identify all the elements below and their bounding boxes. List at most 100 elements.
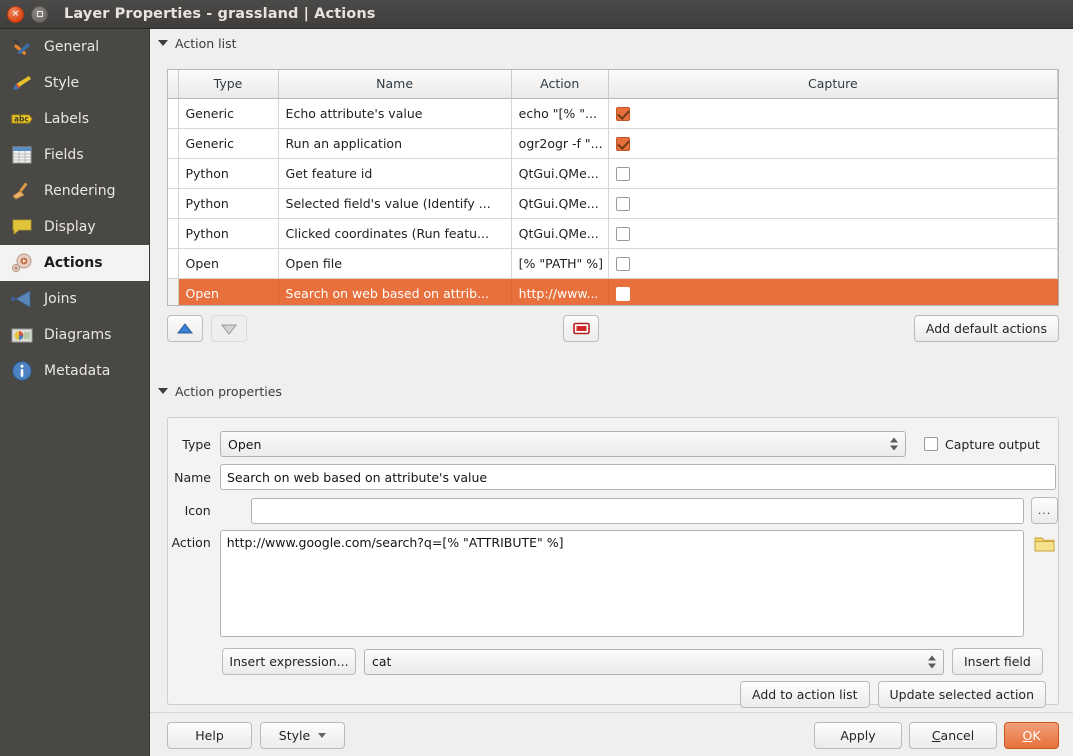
chevron-down-icon <box>318 733 326 738</box>
maximize-window-button[interactable] <box>31 6 48 23</box>
name-input-value: Search on web based on attribute's value <box>227 470 487 485</box>
field-select[interactable]: cat <box>364 649 944 675</box>
sidebar-item-labels[interactable]: abc Labels <box>0 101 149 137</box>
action-textarea-value: http://www.google.com/search?q=[% "ATTRI… <box>227 535 564 550</box>
action-browse-button[interactable] <box>1031 530 1058 557</box>
cell-type: Open <box>178 278 278 306</box>
chevron-updown-icon <box>890 438 898 451</box>
row-grip <box>168 278 178 306</box>
table-header-row: Type Name Action Capture <box>168 70 1058 98</box>
action-list-toolbar: Add default actions <box>167 315 1059 343</box>
capture-checkbox[interactable] <box>616 257 630 271</box>
capture-output-row[interactable]: Capture output <box>924 437 1040 452</box>
svg-text:abc: abc <box>14 115 29 124</box>
cell-action: ogr2ogr -f "... <box>511 128 608 158</box>
info-icon <box>9 358 35 384</box>
cell-capture[interactable] <box>608 158 1057 188</box>
sidebar: General Style abc Labels <box>0 29 150 756</box>
dialog-button-bar: Help Style Apply Cancel OK <box>150 712 1073 756</box>
cell-capture[interactable] <box>608 98 1057 128</box>
capture-checkbox[interactable] <box>616 167 630 181</box>
action-properties-panel: Type Open Capture output Name <box>167 417 1059 705</box>
add-to-action-list-button[interactable]: Add to action list <box>740 681 870 708</box>
sidebar-item-style[interactable]: Style <box>0 65 149 101</box>
table-row[interactable]: Python Clicked coordinates (Run featu...… <box>168 218 1058 248</box>
cancel-button[interactable]: Cancel <box>909 722 997 749</box>
sidebar-item-label: Style <box>44 75 79 91</box>
insert-expression-button[interactable]: Insert expression... <box>222 648 356 675</box>
cell-capture[interactable] <box>608 218 1057 248</box>
update-selected-action-button[interactable]: Update selected action <box>878 681 1046 708</box>
table-row[interactable]: Open Open file [% "PATH" %] <box>168 248 1058 278</box>
hammer-icon <box>9 34 35 60</box>
sidebar-item-display[interactable]: Display <box>0 209 149 245</box>
action-commit-row: Add to action list Update selected actio… <box>740 681 1046 708</box>
capture-checkbox[interactable] <box>616 137 630 151</box>
capture-checkbox[interactable] <box>616 197 630 211</box>
cell-name: Get feature id <box>278 158 511 188</box>
help-button[interactable]: Help <box>167 722 252 749</box>
insert-field-button[interactable]: Insert field <box>952 648 1043 675</box>
row-grip <box>168 218 178 248</box>
action-list-table-container[interactable]: Type Name Action Capture Generic Echo at… <box>167 69 1059 306</box>
sidebar-item-actions[interactable]: Actions <box>0 245 149 281</box>
cell-type: Open <box>178 248 278 278</box>
sidebar-item-rendering[interactable]: Rendering <box>0 173 149 209</box>
sidebar-item-general[interactable]: General <box>0 29 149 65</box>
table-row[interactable]: Generic Run an application ogr2ogr -f ".… <box>168 128 1058 158</box>
capture-checkbox[interactable] <box>616 287 630 301</box>
cell-name: Clicked coordinates (Run featu... <box>278 218 511 248</box>
field-select-value: cat <box>372 654 391 669</box>
icon-label: Icon <box>168 503 220 518</box>
add-default-actions-button[interactable]: Add default actions <box>914 315 1059 342</box>
table-row[interactable]: Generic Echo attribute's value echo "[% … <box>168 98 1058 128</box>
cell-action: QtGui.QMe... <box>511 158 608 188</box>
action-list-group-header[interactable]: Action list <box>150 32 1073 54</box>
folder-icon <box>1034 535 1055 553</box>
sidebar-item-label: Actions <box>44 255 103 271</box>
join-arrow-icon <box>9 286 35 312</box>
column-header-name[interactable]: Name <box>278 70 511 98</box>
cell-name: Search on web based on attrib... <box>278 278 511 306</box>
capture-checkbox[interactable] <box>616 227 630 241</box>
cell-capture[interactable] <box>608 278 1057 306</box>
cell-name: Run an application <box>278 128 511 158</box>
icon-input[interactable] <box>251 498 1024 524</box>
icon-row: Icon ... <box>168 497 1058 524</box>
style-menu-button[interactable]: Style <box>260 722 345 749</box>
style-menu-label: Style <box>279 728 310 743</box>
table-row[interactable]: Python Selected field's value (Identify … <box>168 188 1058 218</box>
icon-browse-button[interactable]: ... <box>1031 497 1058 524</box>
action-list-title: Action list <box>175 36 236 51</box>
cell-capture[interactable] <box>608 188 1057 218</box>
sidebar-item-fields[interactable]: Fields <box>0 137 149 173</box>
move-action-up-button[interactable] <box>167 315 203 342</box>
cell-capture[interactable] <box>608 248 1057 278</box>
close-window-button[interactable]: × <box>7 6 24 23</box>
sidebar-item-joins[interactable]: Joins <box>0 281 149 317</box>
cell-action: echo "[% "... <box>511 98 608 128</box>
action-textarea[interactable]: http://www.google.com/search?q=[% "ATTRI… <box>220 530 1024 637</box>
capture-checkbox[interactable] <box>616 107 630 121</box>
column-header-capture[interactable]: Capture <box>608 70 1057 98</box>
column-header-type[interactable]: Type <box>178 70 278 98</box>
move-action-down-button[interactable] <box>211 315 247 342</box>
remove-action-button[interactable] <box>563 315 599 342</box>
row-grip <box>168 98 178 128</box>
sidebar-item-metadata[interactable]: Metadata <box>0 353 149 389</box>
table-row[interactable]: Python Get feature id QtGui.QMe... <box>168 158 1058 188</box>
action-list-group: Action list Type Name Action Capture <box>150 32 1073 350</box>
name-input[interactable]: Search on web based on attribute's value <box>220 464 1056 490</box>
type-select[interactable]: Open <box>220 431 906 457</box>
table-row-selected[interactable]: Open Search on web based on attrib... ht… <box>168 278 1058 306</box>
capture-output-checkbox[interactable] <box>924 437 938 451</box>
apply-button[interactable]: Apply <box>814 722 902 749</box>
cell-capture[interactable] <box>608 128 1057 158</box>
cell-name: Selected field's value (Identify ... <box>278 188 511 218</box>
sidebar-item-diagrams[interactable]: Diagrams <box>0 317 149 353</box>
ellipsis-icon: ... <box>1038 504 1052 517</box>
type-select-value: Open <box>228 437 261 452</box>
action-properties-group-header[interactable]: Action properties <box>150 380 1073 402</box>
ok-button[interactable]: OK <box>1004 722 1059 749</box>
column-header-action[interactable]: Action <box>511 70 608 98</box>
